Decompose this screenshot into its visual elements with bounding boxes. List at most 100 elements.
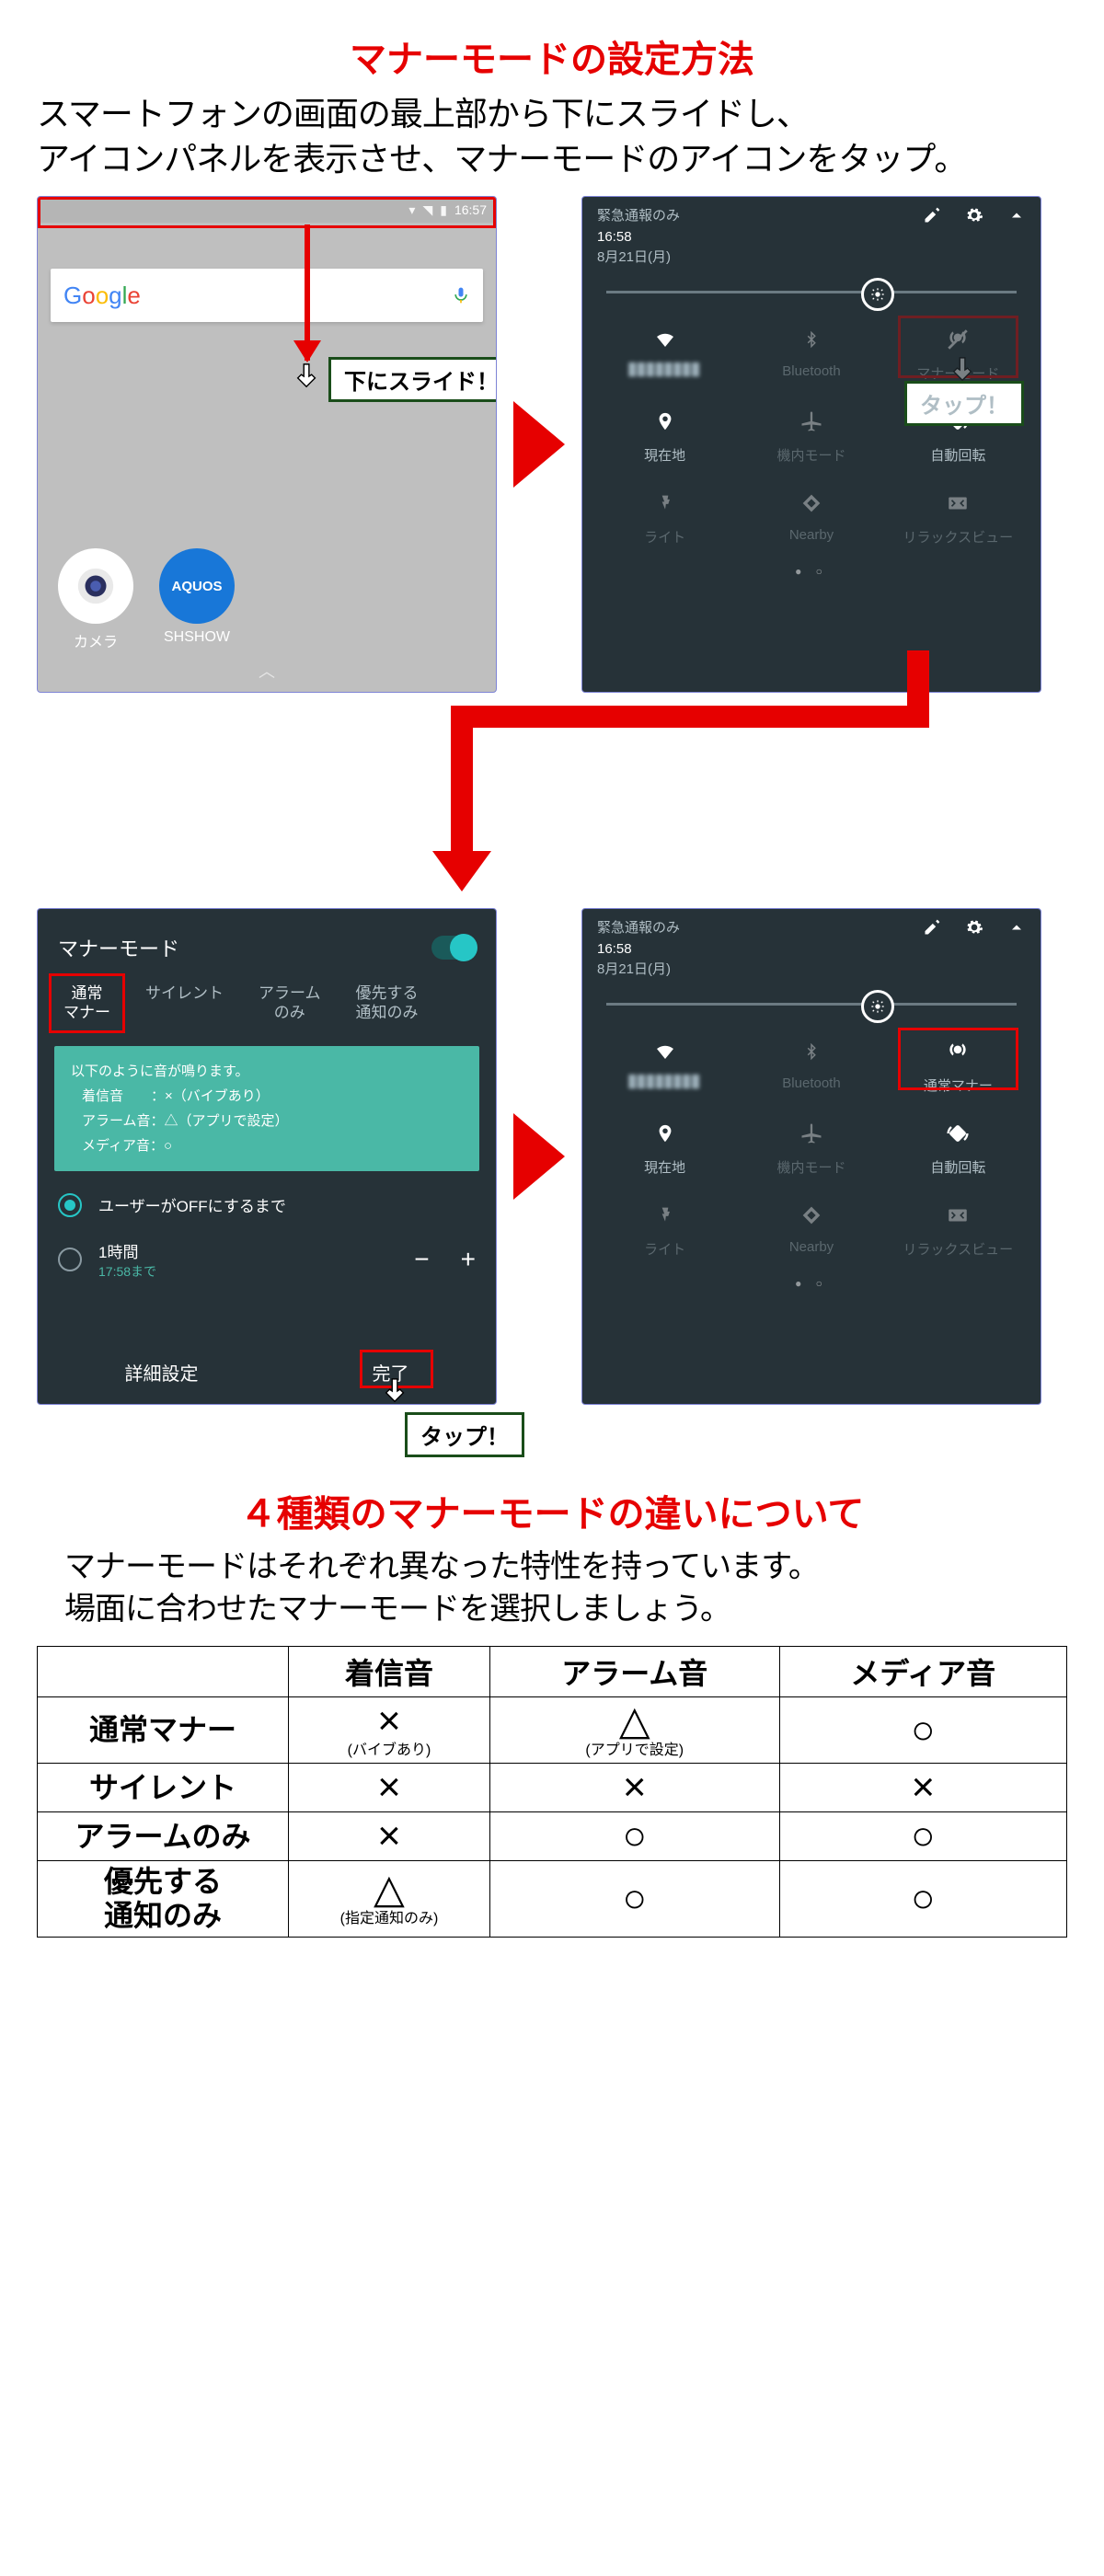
chevron-up-icon[interactable] [1007,206,1026,224]
table-col-1: 着信音 [289,1646,490,1696]
nearby-icon [738,1199,884,1232]
table-cell: △(アプリで設定) [489,1696,779,1763]
table-col-0 [38,1646,289,1696]
plus-button[interactable]: + [461,1245,476,1274]
qs-tile-label: リラックスビュー [885,527,1031,546]
table-col-2: アラーム音 [489,1646,779,1696]
heading-four-modes: ４種類のマナーモードの違いについて [37,1484,1067,1537]
nearby-icon [738,487,884,520]
qs-tile-flash[interactable]: ライト [592,1193,738,1268]
qs-tile-wifi[interactable]: ████████ [592,1029,738,1104]
callout-slide-down: 下にスライド！ [328,357,497,402]
brightness-thumb-icon[interactable] [861,990,894,1023]
qs-tile-loc[interactable]: 現在地 [592,1111,738,1186]
table-rowhead: サイレント [38,1764,289,1812]
qs-tile-wifi[interactable]: ████████ [592,317,738,392]
page-dots-icon: ● ○ [582,561,1041,587]
table-cell: ○ [779,1696,1066,1763]
app-camera[interactable]: カメラ [58,548,133,651]
qs-tile-bt[interactable]: Bluetooth [738,317,884,392]
bt-icon [738,323,884,356]
manner-mode-title: マナーモード [58,933,179,962]
brightness-thumb-icon[interactable] [861,278,894,311]
cursor-icon [382,1375,409,1405]
table-cell: ○ [779,1861,1066,1938]
phone-home-screen: ▾ ◥ ▮ 16:57 Google 下にスライド！ カメラ [37,196,497,693]
qs-tile-plane[interactable]: 機内モード [738,1111,884,1186]
camera-icon [75,565,117,607]
edit-icon[interactable] [923,918,941,937]
qs-tile-label: 自動回転 [885,1157,1031,1177]
qs-tile-rotate[interactable]: 自動回転 [885,1111,1031,1186]
callout-tap-done: タップ！ [405,1412,524,1457]
table-cell: ×(バイブあり) [289,1696,490,1763]
qs-tile-label: ライト [592,527,738,546]
radio-on-icon[interactable] [58,1193,82,1217]
phone-quicksettings-before: 緊急通報のみ 16:58 8月21日(月) ████████Bluetoothマ… [581,196,1041,693]
edit-icon[interactable] [923,206,941,224]
manner-tab-0[interactable]: 通常マナー [54,977,120,1029]
qs-header-text: 緊急通報のみ 16:58 8月21日(月) [597,918,923,981]
four-modes-desc: マナーモードはそれぞれ異なった特性を持っています。 場面に合わせたマナーモードを… [64,1547,1040,1631]
google-search-bar[interactable]: Google [51,269,483,322]
intro-line1: スマートフォンの画面の最上部から下にスライドし、 [37,95,809,132]
loc-icon [592,1117,738,1150]
qs-tile-plane[interactable]: 機内モード [738,399,884,474]
qs-tile-nearby[interactable]: Nearby [738,1193,884,1268]
mic-icon[interactable] [452,284,470,306]
manner-mode-toggle[interactable] [431,936,476,960]
qs-tile-label: Nearby [738,527,884,543]
qs-tile-label: Bluetooth [738,1075,884,1091]
qs-tile-label: リラックスビュー [885,1239,1031,1259]
qs-tile-label: Bluetooth [738,363,884,379]
qs-header-text: 緊急通報のみ 16:58 8月21日(月) [597,206,923,269]
duration-one-hour[interactable]: 1時間 17:58まで − + [38,1228,496,1292]
google-logo: Google [63,282,141,310]
chevron-up-icon[interactable] [1007,918,1026,937]
table-cell: × [289,1764,490,1812]
qs-tile-label: 現在地 [592,1157,738,1177]
callout-tap: タップ！ [904,381,1024,426]
arrow-right-icon [513,1113,565,1200]
rotate-icon [885,1117,1031,1150]
table-cell: ○ [489,1812,779,1861]
manner-tab-2[interactable]: アラームのみ [249,977,330,1029]
qs-tile-bt[interactable]: Bluetooth [738,1029,884,1104]
qs-tile-label: 機内モード [738,445,884,465]
minus-button[interactable]: − [414,1245,429,1274]
detail-settings-link[interactable]: 詳細設定 [125,1359,199,1386]
qs-tile-relax[interactable]: リラックスビュー [885,1193,1031,1268]
qs-tile-rotate[interactable]: 自動回転タップ！ [885,399,1031,474]
qs-tile-label: 自動回転 [885,445,1031,465]
table-rowhead: 優先する通知のみ [38,1861,289,1938]
table-cell: × [489,1764,779,1812]
table-cell: × [289,1812,490,1861]
brightness-slider[interactable] [606,1003,1017,1006]
wifi-icon [592,323,738,356]
phone-manner-mode-settings: マナーモード 通常マナーサイレントアラームのみ優先する通知のみ 以下のように音が… [37,908,497,1405]
intro-text: スマートフォンの画面の最上部から下にスライドし、 アイコンパネルを表示させ、マナ… [37,92,1067,181]
gear-icon[interactable] [965,206,983,224]
duration-until-off[interactable]: ユーザーがOFFにするまで [38,1182,496,1228]
flow-connector-arrow [37,706,1003,908]
slide-down-arrow [305,224,310,361]
app-camera-label: カメラ [58,629,133,651]
qs-tile-relax[interactable]: リラックスビュー [885,481,1031,556]
table-col-3: メディア音 [779,1646,1066,1696]
table-rowhead: 通常マナー [38,1696,289,1763]
manner-tab-3[interactable]: 優先する通知のみ [347,977,428,1029]
home-indicator-icon: ︿ [38,659,496,683]
relax-icon [885,1199,1031,1232]
qs-tile-manner-on[interactable]: 通常マナー [885,1029,1031,1104]
manner-tab-1[interactable]: サイレント [136,977,233,1029]
qs-tile-nearby[interactable]: Nearby [738,481,884,556]
qs-tiles-grid: ████████Bluetoothマナーモード現在地機内モード自動回転タップ！ラ… [582,303,1041,561]
brightness-slider[interactable] [606,291,1017,293]
radio-off-icon[interactable] [58,1248,82,1271]
qs-tile-flash[interactable]: ライト [592,481,738,556]
qs-tile-loc[interactable]: 現在地 [592,399,738,474]
qs-tile-label: Nearby [738,1239,884,1255]
app-shshow[interactable]: AQUOS SHSHOW [159,548,235,651]
gear-icon[interactable] [965,918,983,937]
plane-icon [738,405,884,438]
